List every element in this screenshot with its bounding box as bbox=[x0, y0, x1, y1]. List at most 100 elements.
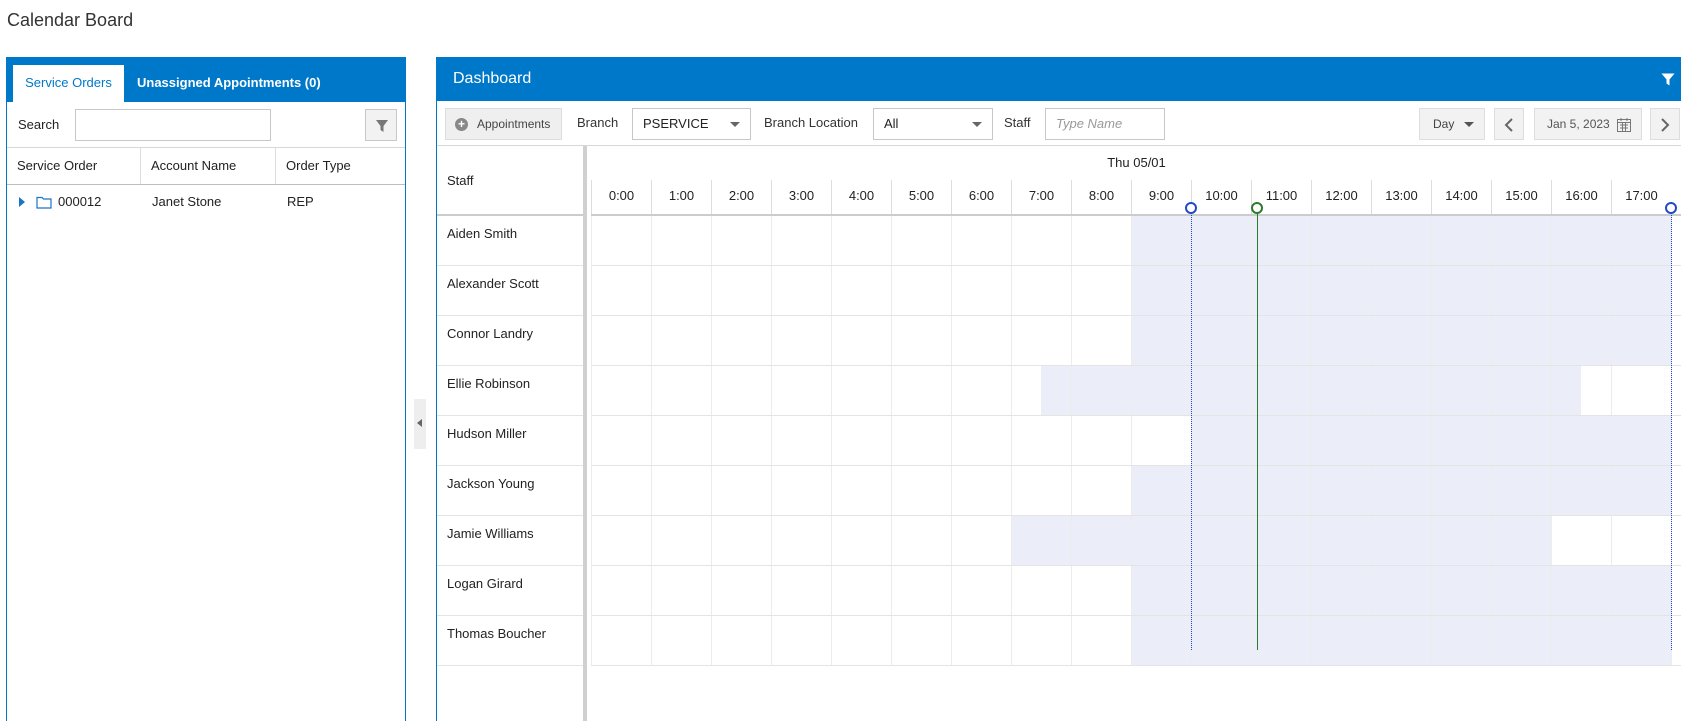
time-slot[interactable] bbox=[1491, 466, 1551, 515]
table-row[interactable]: 000012 Janet Stone REP bbox=[7, 185, 405, 219]
time-slot[interactable] bbox=[1011, 566, 1071, 615]
time-slot[interactable] bbox=[1191, 316, 1251, 365]
time-slot[interactable] bbox=[951, 466, 1011, 515]
time-slot[interactable] bbox=[1311, 466, 1371, 515]
time-slot[interactable] bbox=[1671, 416, 1681, 465]
time-marker-handle-icon[interactable] bbox=[1251, 202, 1263, 214]
time-slot[interactable] bbox=[891, 566, 951, 615]
time-slot[interactable] bbox=[1551, 466, 1611, 515]
time-slot[interactable] bbox=[1191, 466, 1251, 515]
time-slot[interactable] bbox=[1671, 566, 1681, 615]
time-slot[interactable] bbox=[1611, 216, 1671, 265]
time-slot[interactable] bbox=[1131, 466, 1191, 515]
time-slot[interactable] bbox=[1011, 616, 1071, 665]
time-slot[interactable] bbox=[831, 516, 891, 565]
time-slot[interactable] bbox=[831, 416, 891, 465]
time-slot[interactable] bbox=[591, 566, 651, 615]
time-slot[interactable] bbox=[711, 466, 771, 515]
time-slot[interactable] bbox=[951, 616, 1011, 665]
time-slot[interactable] bbox=[1371, 616, 1431, 665]
previous-date-button[interactable] bbox=[1494, 108, 1524, 140]
time-slot[interactable] bbox=[1671, 516, 1681, 565]
time-slot[interactable] bbox=[1371, 266, 1431, 315]
time-slot[interactable] bbox=[1551, 616, 1611, 665]
time-slot[interactable] bbox=[1191, 266, 1251, 315]
time-slot[interactable] bbox=[891, 466, 951, 515]
time-slot[interactable] bbox=[891, 216, 951, 265]
time-slot[interactable] bbox=[891, 366, 951, 415]
time-slot[interactable] bbox=[1251, 266, 1311, 315]
time-slot[interactable] bbox=[1671, 316, 1681, 365]
time-slot[interactable] bbox=[1311, 216, 1371, 265]
time-slot[interactable] bbox=[1671, 466, 1681, 515]
time-slot[interactable] bbox=[1131, 316, 1191, 365]
time-slot[interactable] bbox=[1371, 316, 1431, 365]
time-slot[interactable] bbox=[1011, 366, 1071, 415]
calendar-icon[interactable] bbox=[1616, 117, 1632, 133]
time-slot[interactable] bbox=[951, 316, 1011, 365]
time-slot[interactable] bbox=[831, 466, 891, 515]
date-picker[interactable]: Jan 5, 2023 bbox=[1534, 108, 1642, 140]
time-slot[interactable] bbox=[1251, 516, 1311, 565]
time-slot[interactable] bbox=[651, 516, 711, 565]
time-slot[interactable] bbox=[651, 566, 711, 615]
time-slot[interactable] bbox=[1011, 266, 1071, 315]
time-slot[interactable] bbox=[1611, 416, 1671, 465]
time-slot[interactable] bbox=[711, 316, 771, 365]
time-slot[interactable] bbox=[891, 266, 951, 315]
time-slot[interactable] bbox=[1131, 516, 1191, 565]
time-slot[interactable] bbox=[1371, 566, 1431, 615]
time-slot[interactable] bbox=[951, 216, 1011, 265]
time-slot[interactable] bbox=[771, 566, 831, 615]
time-slot[interactable] bbox=[591, 216, 651, 265]
time-slot[interactable] bbox=[1311, 416, 1371, 465]
time-slot[interactable] bbox=[1011, 316, 1071, 365]
time-slot[interactable] bbox=[771, 616, 831, 665]
time-slot[interactable] bbox=[1551, 416, 1611, 465]
time-slot[interactable] bbox=[1251, 566, 1311, 615]
time-slot[interactable] bbox=[1011, 516, 1071, 565]
time-slot[interactable] bbox=[891, 616, 951, 665]
time-slot[interactable] bbox=[1431, 566, 1491, 615]
time-slot[interactable] bbox=[1311, 566, 1371, 615]
time-slot[interactable] bbox=[591, 616, 651, 665]
time-slot[interactable] bbox=[1071, 516, 1131, 565]
time-slot[interactable] bbox=[1611, 366, 1671, 415]
time-slot[interactable] bbox=[1191, 216, 1251, 265]
staff-row-name[interactable]: Jamie Williams bbox=[437, 516, 583, 566]
time-slot[interactable] bbox=[1491, 316, 1551, 365]
time-slot[interactable] bbox=[1551, 366, 1611, 415]
expand-arrow-icon[interactable] bbox=[19, 197, 25, 207]
time-slot[interactable] bbox=[831, 316, 891, 365]
time-slot[interactable] bbox=[891, 316, 951, 365]
time-slot[interactable] bbox=[711, 616, 771, 665]
time-slot[interactable] bbox=[1311, 366, 1371, 415]
time-slot[interactable] bbox=[1311, 516, 1371, 565]
time-slot[interactable] bbox=[651, 616, 711, 665]
staff-row-name[interactable]: Hudson Miller bbox=[437, 416, 583, 466]
time-slot[interactable] bbox=[1311, 616, 1371, 665]
time-slot[interactable] bbox=[1131, 566, 1191, 615]
time-slot[interactable] bbox=[711, 366, 771, 415]
time-slot[interactable] bbox=[771, 216, 831, 265]
time-slot[interactable] bbox=[831, 266, 891, 315]
time-slot[interactable] bbox=[1431, 516, 1491, 565]
time-slot[interactable] bbox=[1131, 416, 1191, 465]
time-slot[interactable] bbox=[1071, 566, 1131, 615]
time-slot[interactable] bbox=[951, 266, 1011, 315]
time-slot[interactable] bbox=[1071, 216, 1131, 265]
time-slot[interactable] bbox=[1491, 566, 1551, 615]
time-slot[interactable] bbox=[1491, 266, 1551, 315]
time-slot[interactable] bbox=[831, 366, 891, 415]
time-slot[interactable] bbox=[1191, 566, 1251, 615]
time-slot[interactable] bbox=[1251, 216, 1311, 265]
time-slot[interactable] bbox=[831, 566, 891, 615]
staff-row-name[interactable]: Logan Girard bbox=[437, 566, 583, 616]
time-slot[interactable] bbox=[1191, 516, 1251, 565]
time-slot[interactable] bbox=[1491, 516, 1551, 565]
time-slot[interactable] bbox=[1551, 516, 1611, 565]
time-slot[interactable] bbox=[1611, 266, 1671, 315]
time-slot[interactable] bbox=[1671, 366, 1681, 415]
time-slot[interactable] bbox=[1371, 366, 1431, 415]
time-slot[interactable] bbox=[591, 466, 651, 515]
